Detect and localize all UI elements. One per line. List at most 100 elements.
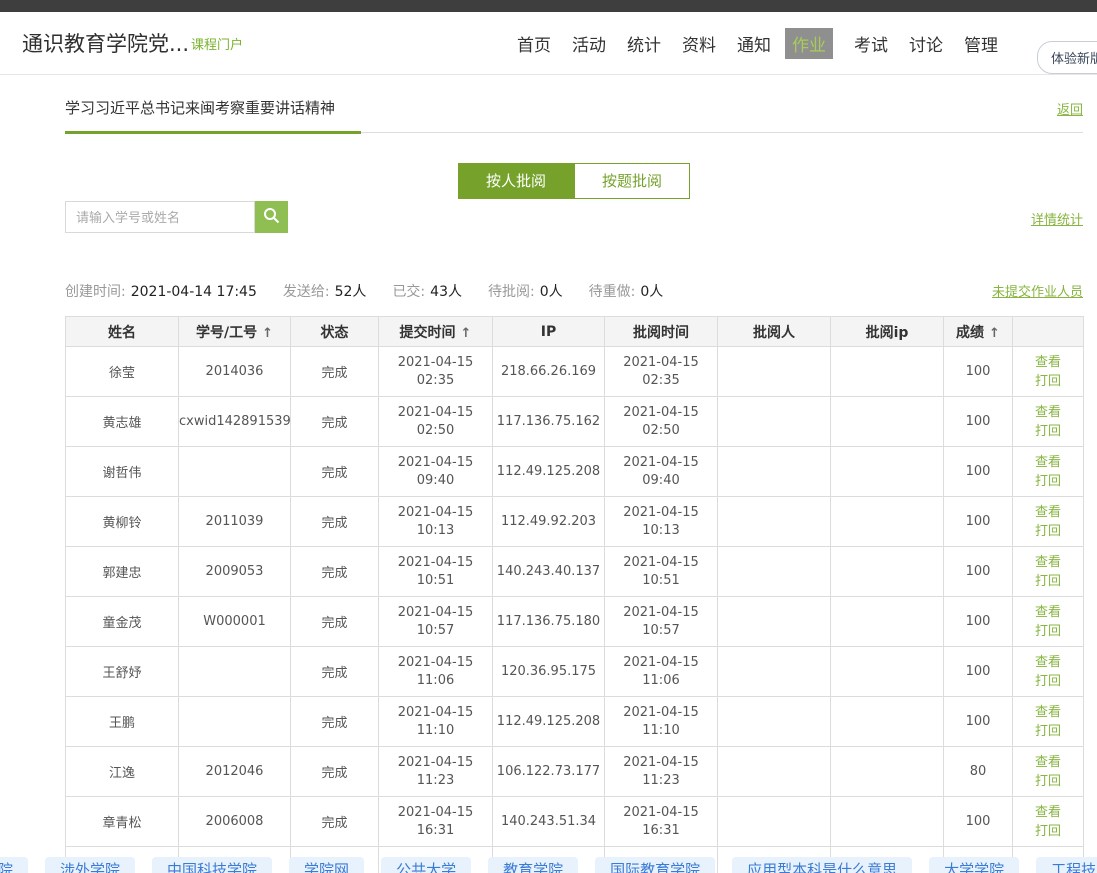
footer-link-3[interactable]: 学院网 [289,857,364,873]
ip-cell: 120.36.95.175 [493,647,605,697]
footer-link-5[interactable]: 教育学院 [488,857,578,873]
status-cell: 完成 [291,747,379,797]
back-link[interactable]: 返回 [1057,99,1083,118]
footer-link-6[interactable]: 国际教育学院 [595,857,715,873]
stat-3: 待批阅:0人 [488,281,563,301]
return-link[interactable]: 打回 [1013,672,1083,691]
return-link[interactable]: 打回 [1013,722,1083,741]
new-version-button[interactable]: 体验新版 [1037,41,1097,74]
actions-cell: 查看打回 [1013,797,1084,847]
score-cell: 100 [944,447,1013,497]
return-link[interactable]: 打回 [1013,422,1083,441]
sort-arrow-icon[interactable]: ↑ [461,326,472,341]
col-header-label: 学号/工号 [196,325,257,341]
tab-1[interactable]: 按题批阅 [574,163,690,199]
view-link[interactable]: 查看 [1013,553,1083,572]
nav-item-8[interactable]: 管理 [964,31,998,56]
review-ip-cell [831,747,944,797]
nav-item-0[interactable]: 首页 [517,31,551,56]
view-link[interactable]: 查看 [1013,803,1083,822]
sort-arrow-icon[interactable]: ↑ [989,326,1000,341]
view-link[interactable]: 查看 [1013,603,1083,622]
review-ip-cell [831,397,944,447]
view-link[interactable]: 查看 [1013,753,1083,772]
assignment-title-row: 学习习近平总书记来闽考察重要讲话精神 返回 [65,97,1083,133]
score-cell: 100 [944,697,1013,747]
nav-item-6[interactable]: 考试 [854,31,888,56]
date-line: 2021-04-15 [605,454,717,472]
col-header-3[interactable]: 提交时间 ↑ [379,317,493,347]
time-line: 10:13 [605,522,717,540]
col-header-label: 批阅时间 [633,325,689,341]
col-header-4: IP [493,317,605,347]
col-header-7: 批阅ip [831,317,944,347]
return-link[interactable]: 打回 [1013,572,1083,591]
time-line: 09:40 [605,472,717,490]
main-content: 学习习近平总书记来闽考察重要讲话精神 返回 按人批阅按题批阅 详情统计 创建时间… [0,97,1097,873]
table-row: 王舒妤完成2021-04-1511:06120.36.95.1752021-04… [66,647,1084,697]
ip-cell: 117.136.75.180 [493,597,605,647]
search-input[interactable] [65,201,255,233]
footer-link-7[interactable]: 应用型本科是什么意思 [732,857,912,873]
unsubmitted-link[interactable]: 未提交作业人员 [992,281,1083,300]
date-line: 2021-04-15 [605,404,717,422]
datetime-cell: 2021-04-1511:06 [605,647,718,697]
nav-item-2[interactable]: 统计 [627,31,661,56]
footer-link-4[interactable]: 公共大学 [381,857,471,873]
reviewer-cell [718,347,831,397]
view-link[interactable]: 查看 [1013,703,1083,722]
assignment-title: 学习习近平总书记来闽考察重要讲话精神 [65,99,335,117]
reviewer-cell [718,797,831,847]
sort-arrow-icon[interactable]: ↑ [262,326,273,341]
time-line: 02:50 [379,422,492,440]
datetime-cell: 2021-04-1510:57 [605,597,718,647]
return-link[interactable]: 打回 [1013,822,1083,841]
return-link[interactable]: 打回 [1013,472,1083,491]
tab-0[interactable]: 按人批阅 [458,163,574,199]
footer-link-8[interactable]: 大学学院 [929,857,1019,873]
ip-cell: 106.122.73.177 [493,747,605,797]
return-link[interactable]: 打回 [1013,522,1083,541]
actions-cell: 查看打回 [1013,597,1084,647]
nav-item-4[interactable]: 通知 [737,31,771,56]
footer-link-0[interactable]: 学院 [0,857,28,873]
view-link[interactable]: 查看 [1013,653,1083,672]
stat-label: 发送给: [283,284,330,300]
time-line: 16:31 [379,822,492,840]
date-line: 2021-04-15 [605,604,717,622]
search-button[interactable] [255,201,288,233]
col-header-8[interactable]: 成绩↑ [944,317,1013,347]
col-header-label: 提交时间 [400,325,456,341]
datetime-cell: 2021-04-1502:50 [379,397,493,447]
datetime-cell: 2021-04-1516:31 [379,797,493,847]
footer-link-2[interactable]: 中国科技学院 [152,857,272,873]
course-title: 通识教育学院党... [22,28,189,58]
site-header: 通识教育学院党... 课程门户 首页活动统计资料通知作业考试讨论管理 体验新版 [0,12,1097,75]
view-link[interactable]: 查看 [1013,353,1083,372]
return-link[interactable]: 打回 [1013,372,1083,391]
stat-2: 已交:43人 [392,281,462,301]
col-header-1[interactable]: 学号/工号 ↑ [179,317,291,347]
detail-stats-link[interactable]: 详情统计 [1031,209,1083,228]
ip-cell: 140.243.40.137 [493,547,605,597]
review-ip-cell [831,547,944,597]
footer-link-1[interactable]: 涉外学院 [45,857,135,873]
course-portal-link[interactable]: 课程门户 [191,34,243,53]
nav-item-1[interactable]: 活动 [572,31,606,56]
actions-cell: 查看打回 [1013,747,1084,797]
actions-cell: 查看打回 [1013,447,1084,497]
nav-item-5[interactable]: 作业 [785,28,833,59]
time-line: 11:06 [605,672,717,690]
view-link[interactable]: 查看 [1013,403,1083,422]
return-link[interactable]: 打回 [1013,772,1083,791]
datetime-cell: 2021-04-1509:40 [379,447,493,497]
nav-item-7[interactable]: 讨论 [909,31,943,56]
datetime-cell: 2021-04-1511:10 [379,697,493,747]
footer-link-9[interactable]: 工程技术 [1036,857,1097,873]
view-link[interactable]: 查看 [1013,453,1083,472]
view-link[interactable]: 查看 [1013,503,1083,522]
nav-item-3[interactable]: 资料 [682,31,716,56]
student-id-cell: 2006008 [179,797,291,847]
return-link[interactable]: 打回 [1013,622,1083,641]
actions-cell: 查看打回 [1013,697,1084,747]
